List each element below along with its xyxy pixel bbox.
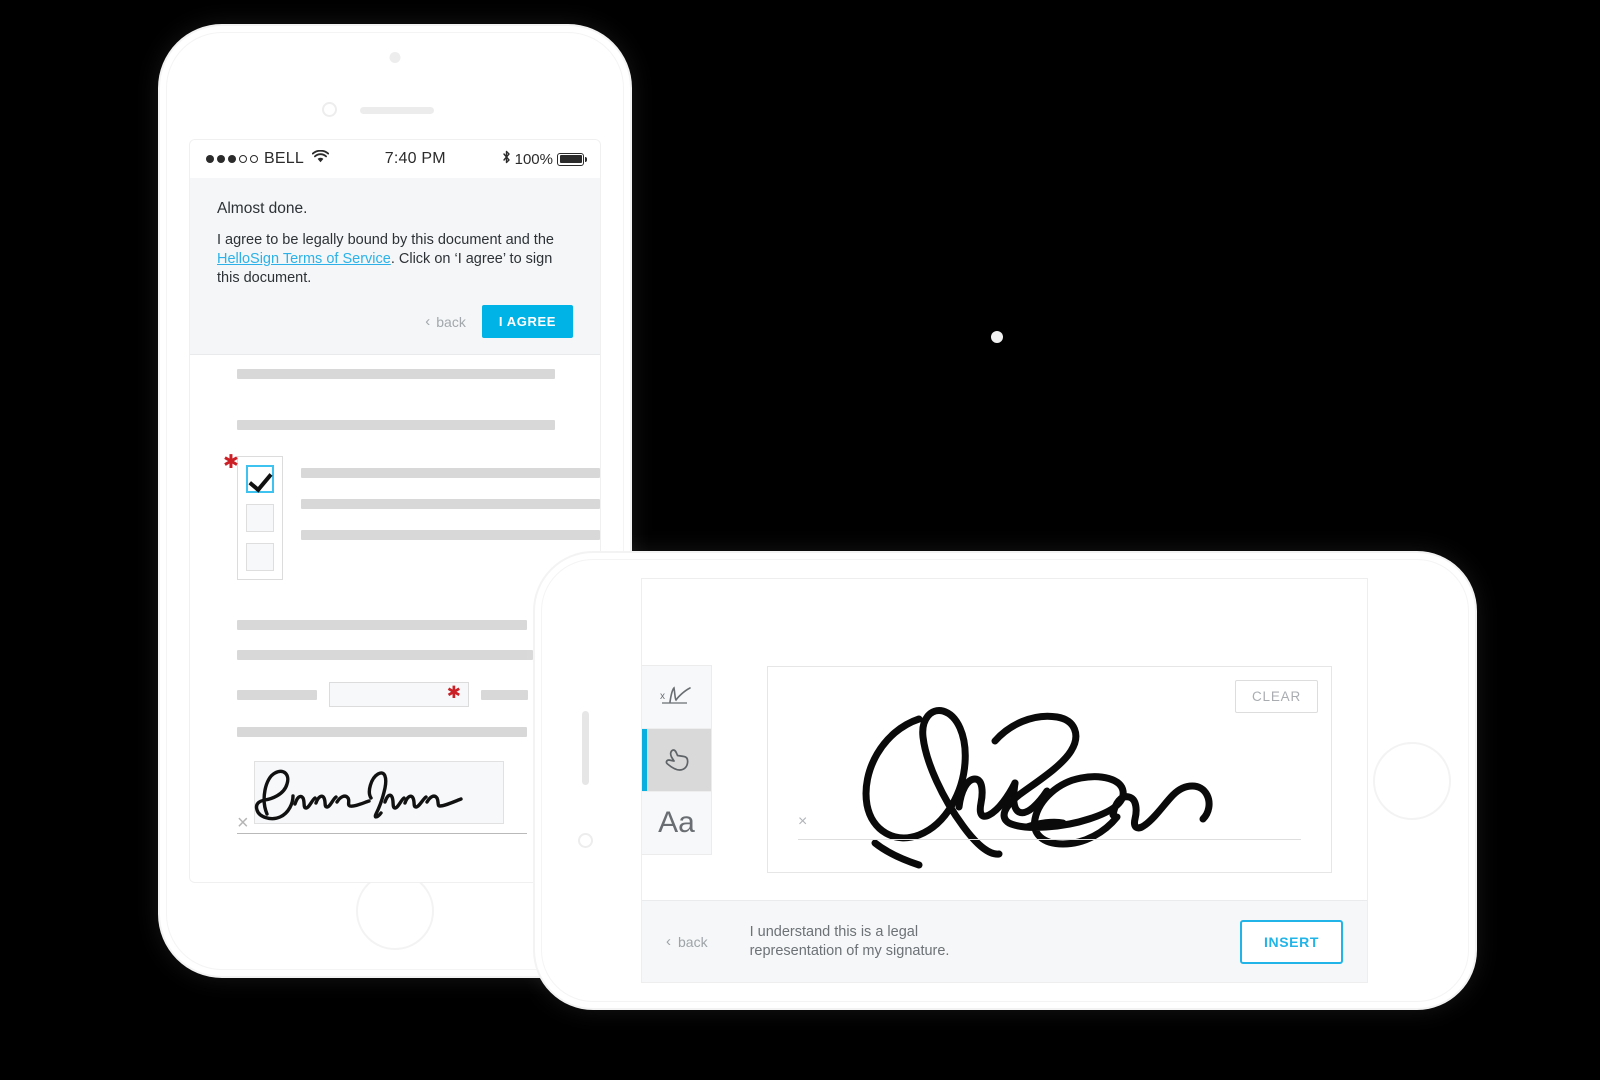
checkbox-option-2[interactable] [246, 504, 274, 532]
landscape-phone-home-button[interactable] [1373, 741, 1451, 820]
svg-text:x: x [660, 691, 665, 702]
insert-button[interactable]: INSERT [1240, 919, 1343, 964]
type-signature-tool[interactable]: Aa [642, 792, 711, 854]
signature-canvas[interactable]: CLEAR × [767, 666, 1332, 873]
status-bar: BELL 7:40 PM 100% [190, 140, 600, 178]
panel-body: I agree to be legally bound by this docu… [217, 231, 573, 288]
checkbox-column [237, 456, 283, 580]
hand-pointer-icon [665, 749, 688, 771]
checkbox-group: ✱ [223, 453, 600, 580]
clear-button[interactable]: CLEAR [1234, 680, 1318, 713]
canvas-x-mark: × [798, 813, 808, 830]
required-text-input[interactable]: ✱ [329, 682, 469, 707]
chevron-left-icon: ‹ [666, 933, 671, 950]
portrait-phone-mic [389, 52, 401, 63]
back-button[interactable]: ‹ back [425, 314, 466, 330]
signature-field-box[interactable] [254, 761, 504, 824]
i-agree-button[interactable]: I AGREE [481, 305, 573, 338]
portrait-phone-earpiece [360, 107, 434, 114]
wifi-icon [311, 149, 330, 168]
panel-body-text-1: I agree to be legally bound by this docu… [217, 232, 554, 248]
doc-line-2 [237, 420, 600, 430]
checkbox-labels [301, 468, 600, 540]
battery-icon [557, 152, 587, 166]
panel-title: Almost done. [217, 200, 308, 217]
status-bar-left: BELL [206, 149, 330, 168]
legal-note-line-2: representation of my signature. [749, 942, 950, 959]
checkbox-label-2 [301, 499, 600, 509]
back-button-landscape[interactable]: ‹ back [666, 934, 708, 950]
bluetooth-icon [502, 150, 511, 169]
finger-draw-tool[interactable] [642, 729, 711, 792]
carrier-label: BELL [264, 150, 304, 167]
back-button-label: back [436, 313, 466, 330]
signal-strength-icon [206, 155, 258, 163]
landscape-phone-screen: x Aa CLEAR × ‹ back I understand this is… [642, 579, 1367, 982]
type-tool-label: Aa [658, 806, 695, 839]
signature-bottom-bar: ‹ back I understand this is a legal repr… [642, 900, 1367, 982]
checkbox-option-1[interactable] [246, 465, 274, 493]
signature-editor: x Aa CLEAR × [642, 579, 1367, 900]
field-trailing-placeholder [481, 689, 528, 700]
checkbox-option-3[interactable] [246, 543, 274, 571]
panel-actions: ‹ back I AGREE [217, 305, 573, 338]
legal-note: I understand this is a legal representat… [750, 923, 950, 961]
landscape-phone-device: x Aa CLEAR × ‹ back I understand this is… [535, 553, 1475, 1008]
chevron-left-icon: ‹ [425, 313, 431, 330]
scene-background: BELL 7:40 PM 100% Almost done. I agree t… [0, 0, 1600, 1080]
checkbox-label-1 [301, 468, 600, 478]
draw-signature-tool[interactable]: x [642, 666, 711, 729]
signature-ink-landscape [862, 707, 1213, 869]
landscape-phone-earpiece [582, 710, 589, 785]
clock-label: 7:40 PM [384, 150, 446, 167]
checkbox-label-3 [301, 530, 600, 540]
almost-done-panel: Almost done. I agree to be legally bound… [190, 178, 600, 355]
battery-percent-label: 100% [514, 150, 553, 168]
signature-baseline [237, 833, 527, 834]
terms-of-service-link[interactable]: HelloSign Terms of Service [217, 251, 391, 267]
doc-line-1 [237, 369, 600, 379]
signature-x-mark: × [237, 812, 249, 834]
required-asterisk-icon: ✱ [223, 452, 239, 473]
canvas-baseline [798, 839, 1301, 840]
status-bar-right: 100% [502, 150, 587, 169]
signature-tool-rail: x Aa [642, 665, 712, 855]
pen-signature-icon: x [660, 686, 691, 704]
field-required-asterisk-icon: ✱ [446, 683, 461, 702]
field-label-placeholder [237, 689, 317, 700]
legal-note-line-1: I understand this is a legal [749, 923, 919, 940]
cursor-dot-marker [991, 331, 1003, 343]
portrait-phone-home-button[interactable] [356, 872, 434, 950]
portrait-phone-camera-icon [322, 102, 337, 117]
landscape-phone-camera-icon [578, 832, 593, 848]
back-button-label: back [678, 933, 708, 950]
